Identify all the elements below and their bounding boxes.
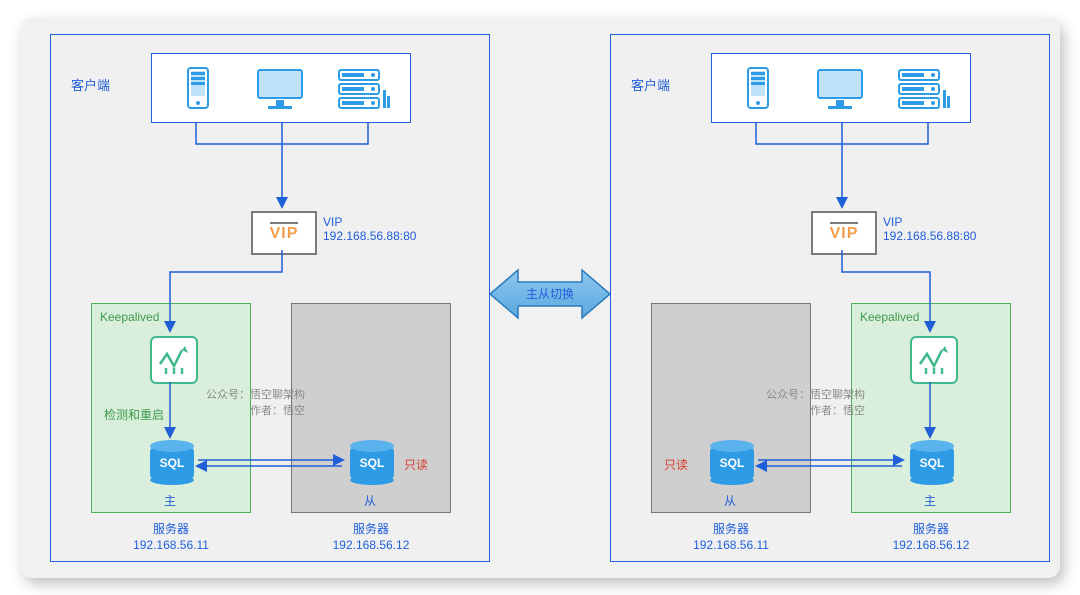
vip-ip-label: VIP 192.168.56.88:80 [883,215,976,243]
server-right-label: 服务器 192.168.56.12 [891,521,971,555]
right-panel: 客户端 VIP VIP 192.168.56.88:80 [610,34,1050,562]
vip-box: VIP [251,211,317,255]
left-panel: 客户端 VIP [50,34,490,562]
diagram-canvas: 主从切换 客户端 V [20,18,1060,578]
server-right-label: 服务器 192.168.56.12 [331,521,411,555]
role-primary: 主 [164,492,176,509]
server-left-label: 服务器 192.168.56.11 [131,521,211,555]
monitor-icon [812,66,867,112]
monitor-app-icon [910,336,958,384]
client-box [151,53,411,123]
monitor-app-icon [150,336,198,384]
client-label: 客户端 [631,75,670,94]
attribution: 公众号：悟空聊架构 作者：悟空 [755,387,865,420]
role-secondary: 从 [724,492,736,509]
readonly-label: 只读 [404,456,428,473]
vip-box: VIP [811,211,877,255]
client-label: 客户端 [71,75,110,94]
attribution: 公众号：悟空聊架构 作者：悟空 [195,387,305,420]
monitor-icon [252,66,307,112]
phone-icon [170,66,225,112]
db-secondary-icon: SQL [710,446,754,480]
server-left-label: 服务器 192.168.56.11 [691,521,771,555]
check-restart-label: 检测和重启 [104,406,164,423]
vip-ip-label: VIP 192.168.56.88:80 [323,215,416,243]
keepalived-box: Keepalived SQL 主 [851,303,1011,513]
db-secondary-icon: SQL [350,446,394,480]
client-box [711,53,971,123]
switch-arrow-icon: 主从切换 [490,266,610,322]
db-primary-icon: SQL [910,446,954,480]
role-primary: 主 [924,492,936,509]
secondary-box: SQL 只读 从 [291,303,451,513]
server-rack-icon [897,66,952,112]
server-rack-icon [337,66,392,112]
vip-title: VIP [830,222,859,243]
keepalived-title: Keepalived [100,310,159,324]
vip-title: VIP [270,222,299,243]
readonly-label: 只读 [664,456,688,473]
keepalived-title: Keepalived [860,310,919,324]
phone-icon [730,66,785,112]
role-secondary: 从 [364,492,376,509]
switch-label: 主从切换 [526,287,574,301]
db-primary-icon: SQL [150,446,194,480]
